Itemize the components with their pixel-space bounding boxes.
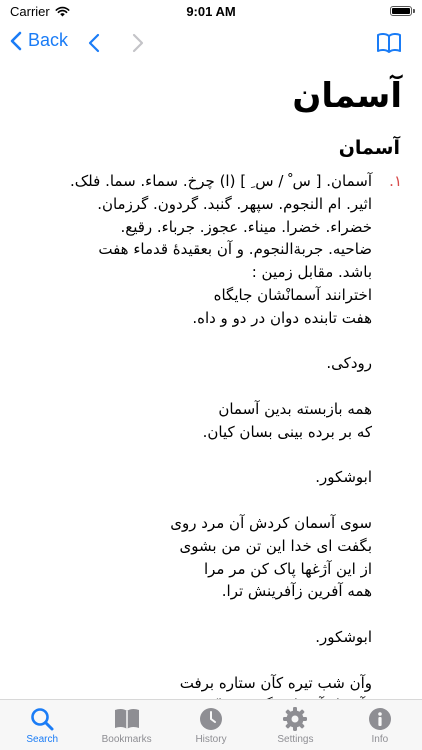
search-icon (31, 708, 54, 731)
tab-label: Settings (277, 734, 314, 745)
tab-label: History (195, 734, 227, 745)
gear-icon (283, 707, 308, 731)
definition-line: بگفت ای خدا این تن من بشوی (179, 536, 372, 555)
tab-bookmarks[interactable]: Bookmarks (84, 700, 168, 750)
battery-icon (390, 6, 415, 16)
definition-line: ضاحیه. جربةالنجوم. و آن بعقیدهٔ قدماء هف… (98, 240, 372, 259)
definition-line: همه آفرین زآفرینش ترا. (221, 582, 372, 601)
history-icon (200, 708, 223, 730)
definition-line: رودکی. (326, 354, 372, 373)
definition-line: آسمان. [ س ْ / س ِ ] (ا) چرخ. سماء. سما.… (69, 172, 372, 190)
book-icon (377, 32, 401, 53)
tab-label: Bookmarks (101, 734, 152, 745)
status-time: 9:01 AM (186, 4, 236, 19)
status-bar: Carrier 9:01 AM (0, 0, 422, 24)
definition-line: وآن شب تیره کآن ستاره برفت (179, 673, 372, 692)
book-button[interactable] (376, 32, 402, 58)
definition-line: سوی آسمان کردش آن مرد روی (170, 513, 372, 532)
entry-content: آسمان ۱. آسمان. [ س ْ / س ِ ] (ا) چرخ. س… (0, 132, 422, 700)
chevron-right-icon (132, 33, 144, 53)
definition: ۱. آسمان. [ س ْ / س ِ ] (ا) چرخ. سماء. س… (0, 170, 422, 700)
chevron-left-icon (88, 33, 100, 53)
definition-line: هفت تابنده دوان در دو و داه. (192, 308, 372, 327)
definition-line: از این آژغها پاک کن مر مرا (203, 559, 372, 578)
tab-search[interactable]: Search (0, 700, 84, 750)
screen: Carrier 9:01 AM Back آسمان آسمان ۱. آسما… (0, 0, 422, 750)
definition-line: خضراء. خضرا. میناء. عجوز. جرباء. رقیع. (120, 217, 372, 236)
info-icon (368, 708, 391, 730)
definition-line: ابوشکور. (315, 468, 372, 487)
chevron-left-icon (10, 31, 22, 50)
definition-line: ابوشکور. (315, 627, 372, 646)
tab-settings[interactable]: Settings (253, 700, 337, 750)
tab-label: Search (26, 734, 59, 745)
next-entry-button[interactable] (132, 33, 144, 57)
tab-history[interactable]: History (169, 700, 253, 750)
definition-line: باشد. مقابل زمین : (251, 263, 372, 282)
definition-line: همه بازبسته بدین آسمان (218, 399, 372, 418)
bookmarks-icon (114, 708, 139, 729)
definition-line: که بر برده بینی بسان کیان. (202, 422, 372, 441)
definition-text: آسمان. [ س ْ / س ِ ] (ا) چرخ. سماء. سما.… (18, 170, 372, 700)
previous-entry-button[interactable] (88, 33, 100, 57)
tab-label: Info (371, 734, 389, 745)
back-button-label: Back (28, 30, 69, 50)
battery-fill (392, 8, 410, 14)
navigation-bar: Back (0, 26, 422, 62)
definition-number: ۱. (389, 172, 402, 190)
definition-line: اثیر. ام النجوم. سپهر. گنبد. گردون. گرزم… (97, 194, 372, 213)
back-button[interactable]: Back (10, 30, 68, 51)
tab-bar: Search Bookmarks History Settings Info (0, 699, 422, 750)
tab-info[interactable]: Info (338, 700, 422, 750)
definition-line: اخترانند آسمانْشان جایگاه (213, 285, 372, 304)
page-title: آسمان (292, 76, 402, 116)
entry-headword: آسمان (338, 137, 400, 159)
